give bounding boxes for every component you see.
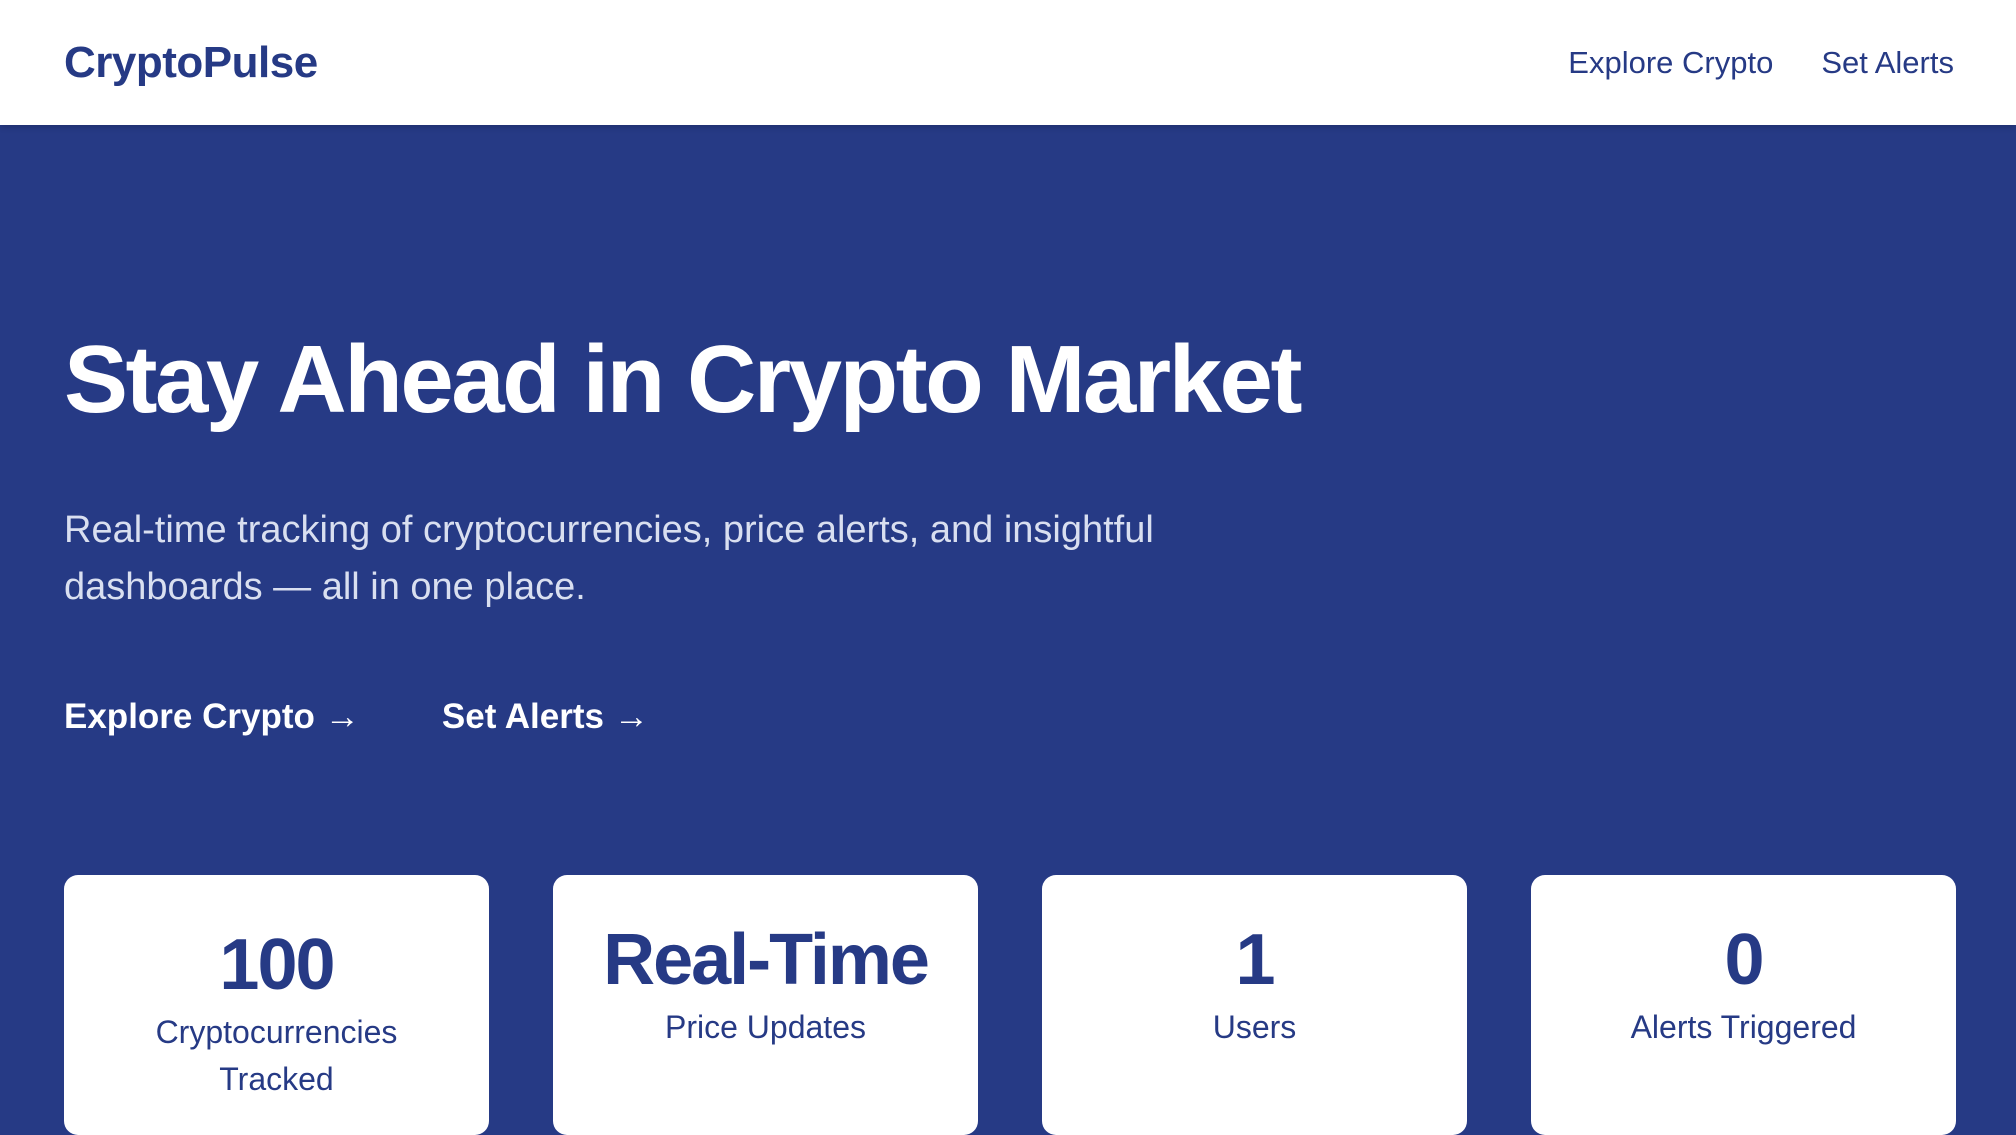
- top-navbar: CryptoPulse Explore Crypto Set Alerts: [0, 0, 2016, 125]
- nav-link-explore-crypto[interactable]: Explore Crypto: [1568, 45, 1773, 81]
- stat-label: Price Updates: [665, 1008, 866, 1045]
- arrow-right-icon: →: [324, 697, 360, 736]
- stat-label: Cryptocurrencies Tracked: [155, 1014, 398, 1097]
- hero-subtitle: Real-time tracking of cryptocurrencies, …: [64, 509, 1154, 608]
- set-alerts-button[interactable]: Set Alerts →: [442, 697, 649, 737]
- stat-value: Real-Time: [603, 919, 930, 1000]
- stat-card-cryptocurrencies: 100 Cryptocurrencies Tracked: [64, 875, 489, 1135]
- stat-label: Users: [1212, 1008, 1297, 1045]
- stat-card-alerts-triggered: 0 Alerts Triggered: [1531, 875, 1956, 1135]
- hero-section: Stay Ahead in Crypto Market Real-time tr…: [0, 125, 2016, 1135]
- nav-link-set-alerts[interactable]: Set Alerts: [1821, 45, 1954, 81]
- stats-row: 100 Cryptocurrencies Tracked Real-Time P…: [64, 875, 1956, 1135]
- stat-value: 0: [1724, 919, 1764, 1000]
- stat-label: Alerts Triggered: [1630, 1008, 1857, 1045]
- arrow-right-icon: →: [614, 697, 649, 736]
- explore-crypto-button[interactable]: Explore Crypto →: [64, 697, 360, 737]
- stat-value: 1: [1235, 919, 1275, 1000]
- hero-title: Stay Ahead in Crypto Market: [64, 326, 1302, 433]
- brand-logo[interactable]: CryptoPulse: [64, 38, 318, 88]
- set-alerts-label: Set Alerts: [441, 697, 604, 736]
- stat-card-price-updates: Real-Time Price Updates: [553, 875, 978, 1135]
- cta-row: Explore Crypto → Set Alerts →: [64, 697, 649, 737]
- explore-crypto-label: Explore Crypto: [64, 697, 315, 736]
- stat-card-users: 1 Users: [1042, 875, 1467, 1135]
- nav-links: Explore Crypto Set Alerts: [1568, 45, 1954, 81]
- stat-value: 100: [219, 925, 335, 1005]
